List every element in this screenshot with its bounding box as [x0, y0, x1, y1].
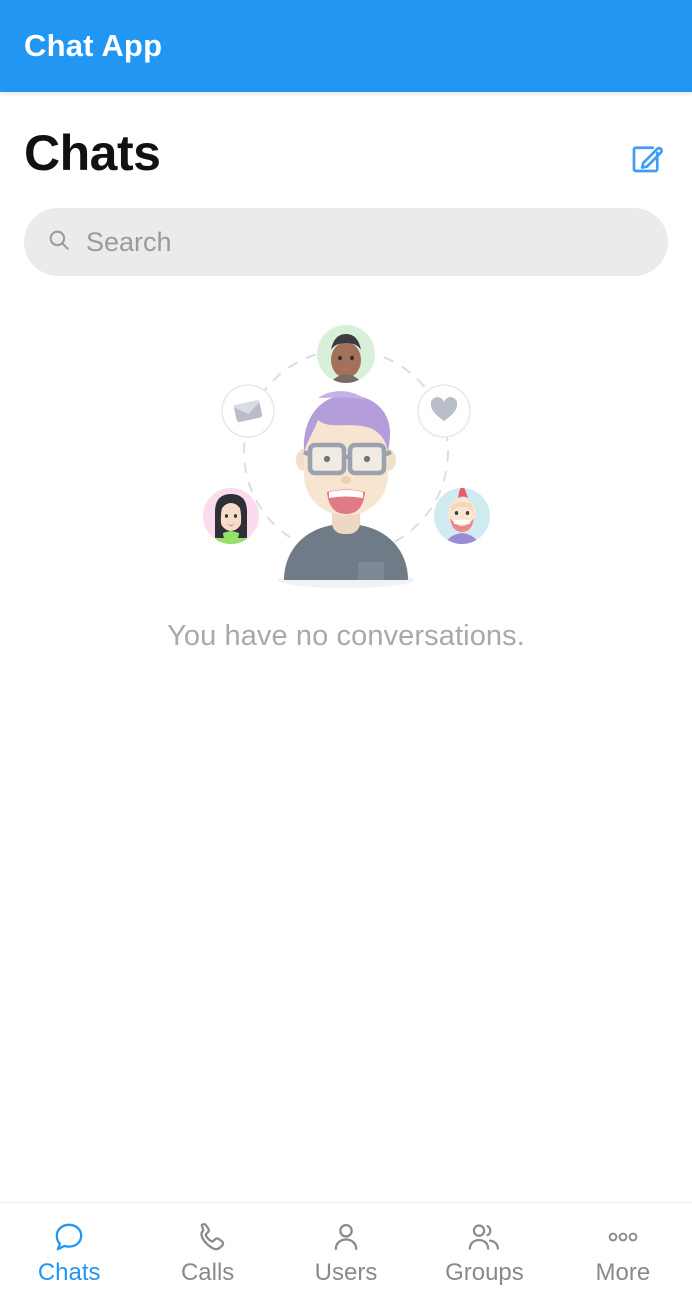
page-title: Chats — [24, 125, 161, 181]
bottom-navigation: Chats Calls Users Groups More — [0, 1202, 692, 1298]
page-header: Chats — [0, 92, 692, 182]
compose-pencil-square-icon — [628, 141, 664, 180]
nav-item-more[interactable]: More — [554, 1203, 692, 1298]
search-section — [0, 182, 692, 276]
app-screen: Chat App Chats Search You have no conver… — [0, 0, 692, 1298]
nav-item-chats[interactable]: Chats — [0, 1203, 138, 1298]
satellite-avatar-bottom-right — [434, 488, 490, 544]
people-group-icon — [466, 1216, 502, 1254]
nav-item-calls[interactable]: Calls — [138, 1203, 276, 1298]
search-icon — [46, 227, 72, 258]
compose-button[interactable] — [624, 138, 668, 182]
search-bar[interactable] — [24, 208, 668, 276]
app-bar: Chat App — [0, 0, 692, 92]
nav-label-users: Users — [314, 1259, 378, 1286]
nav-item-groups[interactable]: Groups — [415, 1203, 553, 1298]
satellite-envelope-left — [221, 384, 275, 438]
nav-label-calls: Calls — [180, 1259, 235, 1286]
nav-label-more: More — [595, 1259, 651, 1286]
chat-bubble-icon — [52, 1216, 86, 1254]
empty-state-message: You have no conversations. — [167, 620, 525, 652]
no-conversations-illustration — [186, 312, 506, 612]
center-avatar-person — [278, 391, 414, 588]
satellite-avatar-top — [317, 325, 375, 383]
nav-label-groups: Groups — [445, 1259, 524, 1286]
ellipsis-icon — [605, 1216, 641, 1254]
app-bar-title: Chat App — [24, 28, 163, 63]
search-input[interactable] — [86, 208, 646, 276]
person-icon — [329, 1216, 363, 1254]
nav-item-users[interactable]: Users — [277, 1203, 415, 1298]
satellite-heart-right — [417, 384, 471, 438]
satellite-avatar-bottom-left — [203, 488, 259, 544]
empty-state: You have no conversations. — [0, 276, 692, 1202]
nav-label-chats: Chats — [37, 1259, 101, 1286]
phone-handset-icon — [191, 1216, 225, 1254]
